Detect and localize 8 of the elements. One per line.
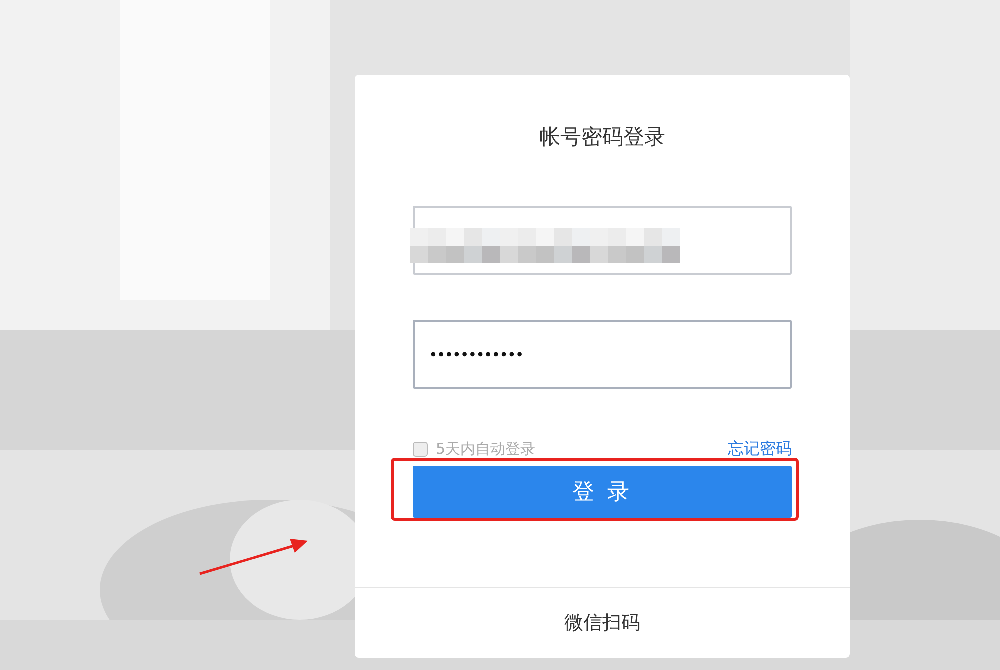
forgot-password-link[interactable]: 忘记密码 (728, 439, 792, 460)
checkbox[interactable] (413, 442, 428, 457)
login-button[interactable]: 登 录 (413, 466, 792, 518)
username-field[interactable] (413, 206, 792, 275)
card-title: 帐号密码登录 (540, 124, 666, 151)
remember-label: 5天内自动登录 (436, 440, 536, 459)
password-field[interactable]: •••••••••••• (413, 320, 792, 389)
wechat-scan-tab[interactable]: 微信扫码 (564, 610, 640, 636)
